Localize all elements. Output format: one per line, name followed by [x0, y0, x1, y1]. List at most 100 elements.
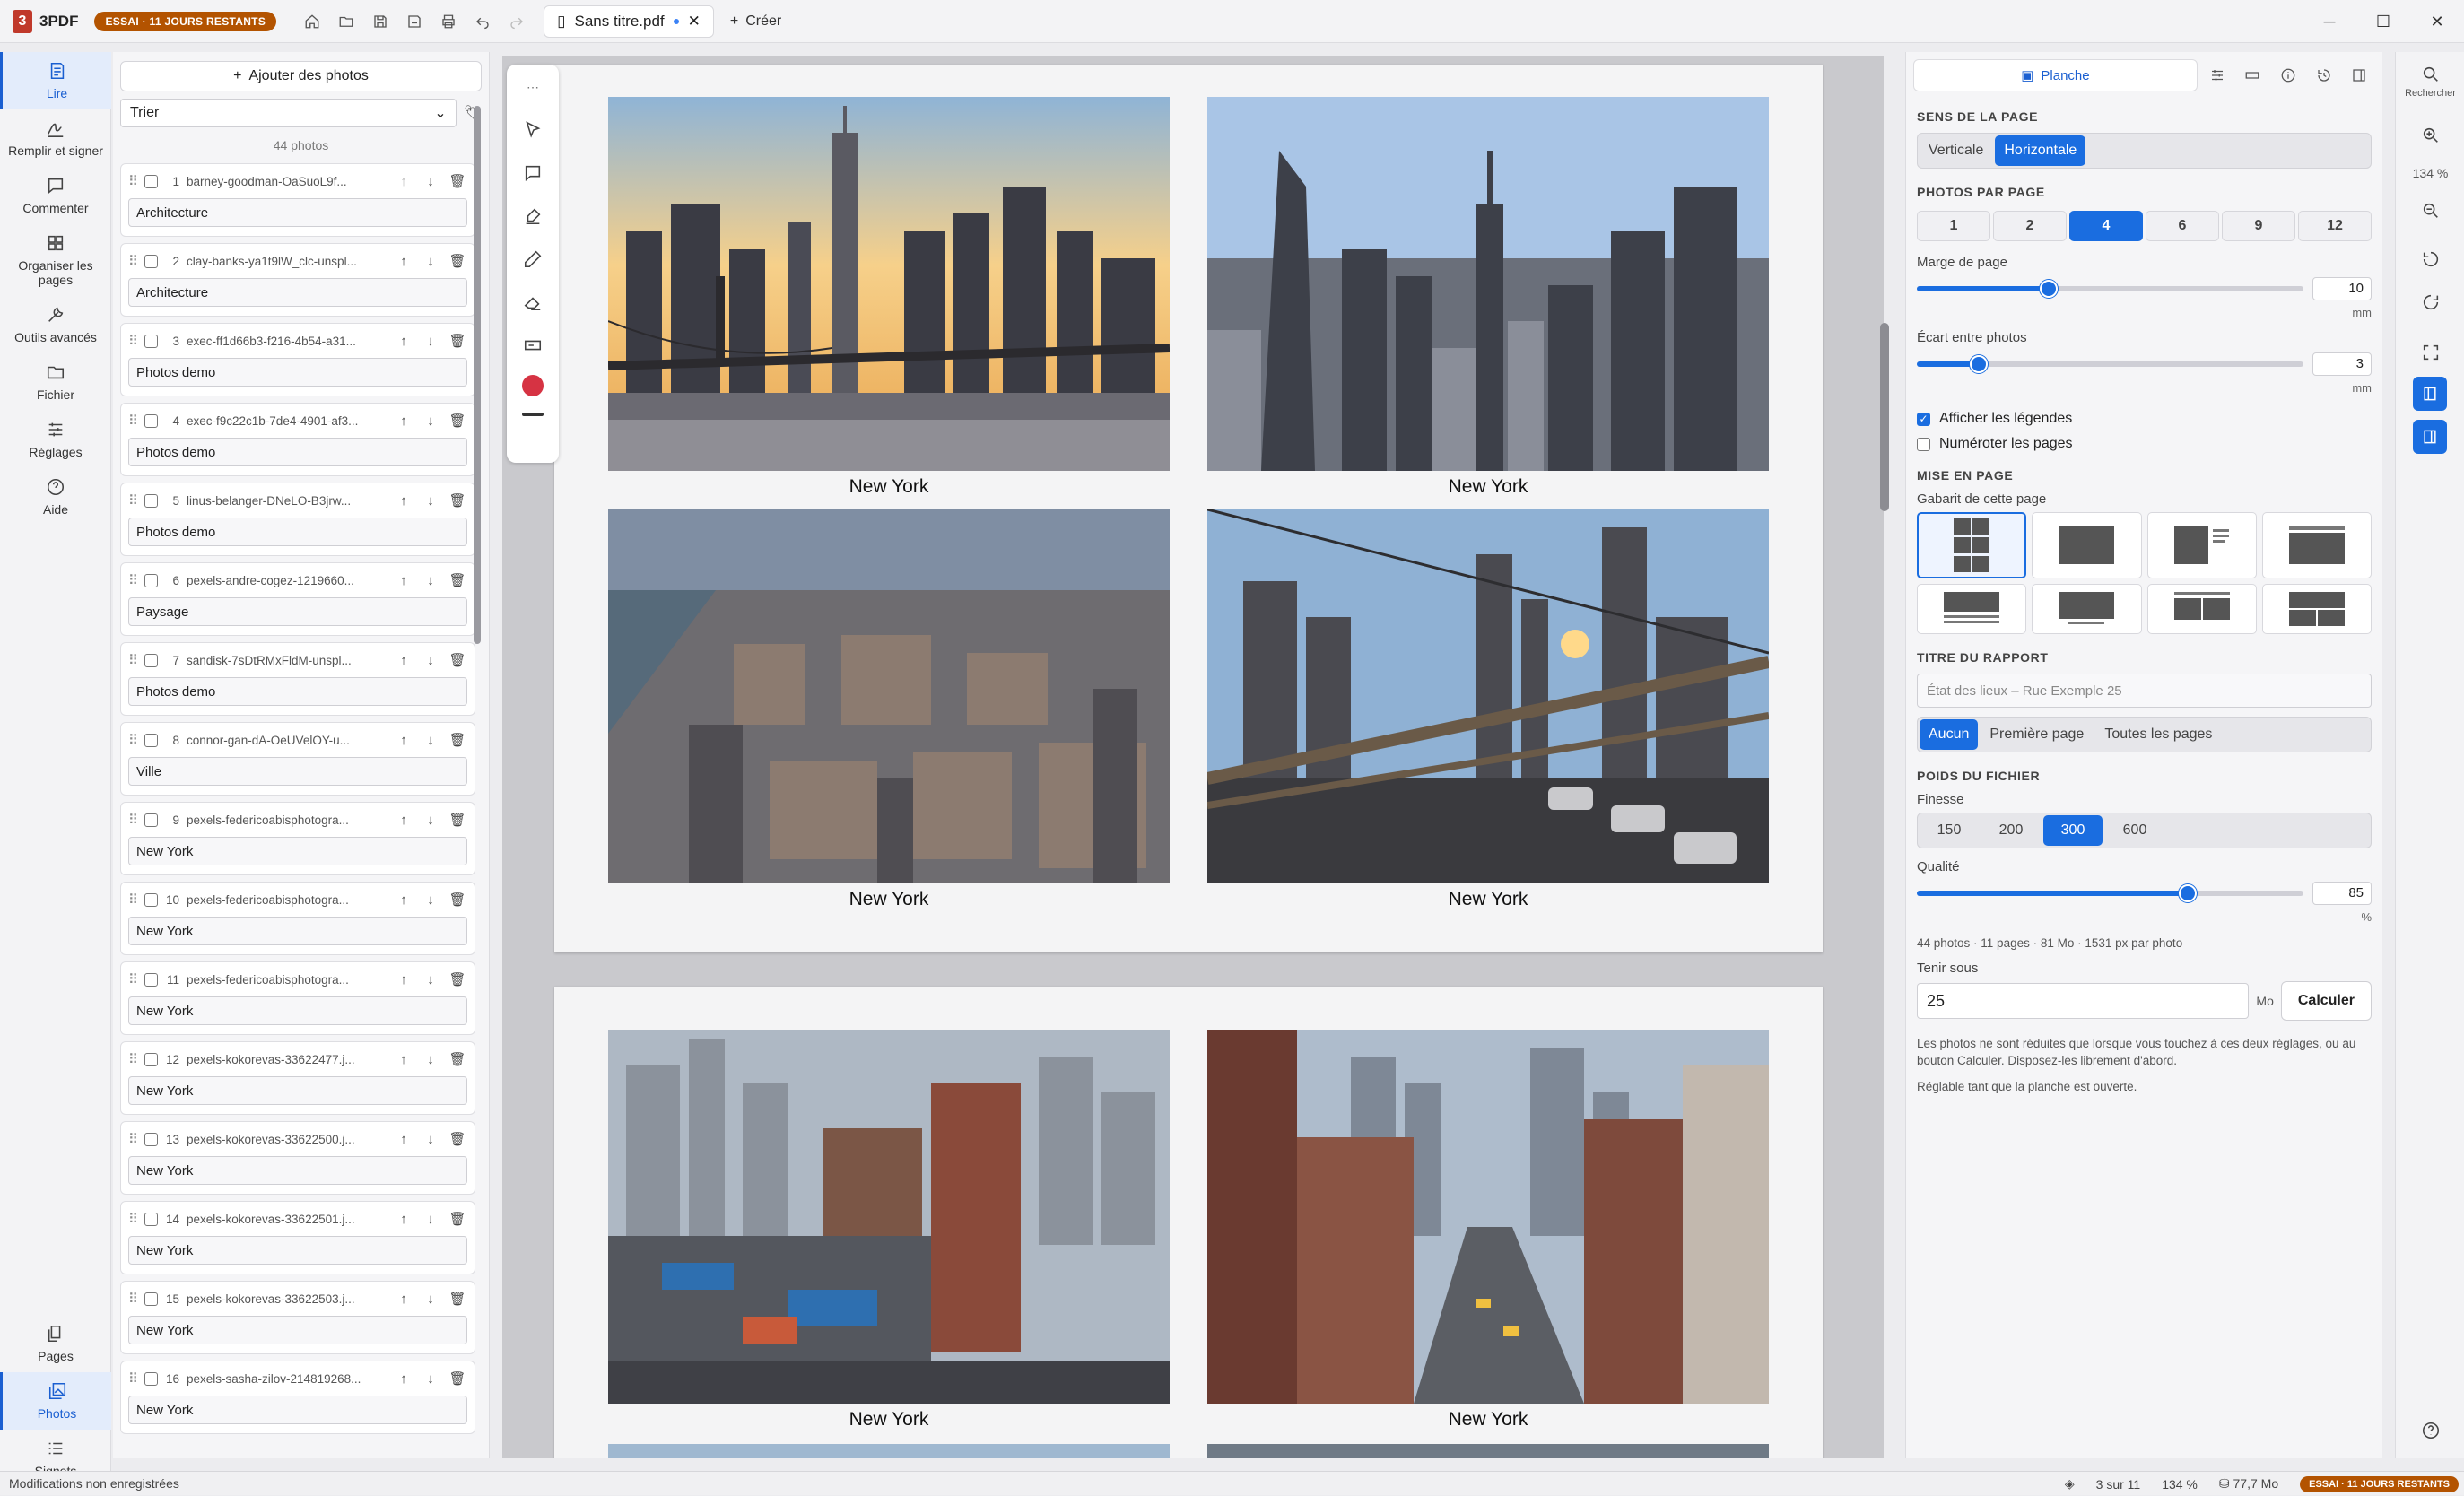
drag-handle-icon[interactable]: ⠿ [128, 1211, 138, 1227]
drag-handle-icon[interactable]: ⠿ [128, 253, 138, 269]
trash-icon[interactable]: 🗑 [448, 1291, 467, 1307]
redo-icon[interactable] [502, 7, 531, 36]
photo-caption-input[interactable]: New York [128, 1076, 467, 1105]
panel-toggle-icon[interactable] [2343, 59, 2375, 91]
number-pages-checkbox[interactable]: Numéroter les pages [1917, 436, 2372, 452]
viewer-scrollbar[interactable] [1880, 323, 1889, 511]
stroke-width-picker[interactable] [522, 413, 544, 416]
layout-two-photos[interactable] [2146, 584, 2257, 634]
list-item[interactable]: ⠿ 16 pexels-sasha-zilov-214819268... ↑ ↓ 🗑 New… [120, 1361, 475, 1434]
rail-item-outils[interactable]: Outils avancés [0, 296, 111, 353]
photo-checkbox[interactable] [144, 813, 158, 827]
move-up-icon[interactable]: ↑ [394, 1132, 414, 1147]
layout-header-photo[interactable] [2261, 512, 2372, 578]
undo-icon[interactable] [468, 7, 497, 36]
rail-item-reglages[interactable]: Réglages [0, 411, 111, 468]
move-up-icon[interactable]: ↑ [394, 573, 414, 588]
photo-caption-input[interactable]: New York [128, 1156, 467, 1185]
trash-icon[interactable]: 🗑 [448, 413, 467, 429]
move-up-icon[interactable]: ↑ [394, 334, 414, 349]
photo-checkbox[interactable] [144, 653, 158, 667]
photo-caption-input[interactable]: Photos demo [128, 518, 467, 546]
move-up-icon[interactable]: ↑ [394, 972, 414, 987]
move-down-icon[interactable]: ↓ [421, 413, 440, 429]
trash-icon[interactable]: 🗑 [448, 333, 467, 349]
highlighter-icon[interactable] [519, 203, 546, 230]
move-up-icon[interactable]: ↑ [394, 733, 414, 748]
trash-icon[interactable]: 🗑 [448, 1131, 467, 1147]
list-item[interactable]: ⠿ 12 pexels-kokorevas-33622477.j... ↑ ↓ 🗑 New … [120, 1041, 475, 1115]
move-down-icon[interactable]: ↓ [421, 972, 440, 987]
move-up-icon[interactable]: ↑ [394, 813, 414, 828]
layout-one-two[interactable] [2261, 584, 2372, 634]
move-down-icon[interactable]: ↓ [421, 653, 440, 668]
list-item[interactable]: ⠿ 15 pexels-kokorevas-33622503.j... ↑ ↓ 🗑 New … [120, 1281, 475, 1354]
drag-handle-icon[interactable]: ⠿ [128, 1131, 138, 1147]
drag-handle-icon[interactable]: ⠿ [128, 492, 138, 509]
single-page-view-button[interactable] [2413, 377, 2447, 411]
title-toutes-pages[interactable]: Toutes les pages [2095, 719, 2221, 750]
zoom-out-button[interactable] [2396, 196, 2464, 226]
drag-handle-icon[interactable]: ⠿ [128, 971, 138, 987]
trial-badge[interactable]: ESSAI · 11 JOURS RESTANTS [94, 11, 277, 31]
layout-photo-text[interactable] [2146, 512, 2257, 578]
orientation-verticale[interactable]: Verticale [1920, 135, 1992, 166]
photo-caption-input[interactable]: Ville [128, 757, 467, 786]
photo-list-scrollbar[interactable] [474, 106, 481, 644]
list-item[interactable]: ⠿ 4 exec-f9c22c1b-7de4-4901-af3... ↑ ↓ 🗑 Photo… [120, 403, 475, 476]
photo-cell[interactable]: New York [1207, 509, 1769, 910]
layout-photo-lines[interactable] [1917, 584, 2027, 634]
title-premiere-page[interactable]: Première page [1981, 719, 2093, 750]
photo-caption-input[interactable]: Architecture [128, 278, 467, 307]
title-aucun[interactable]: Aucun [1920, 719, 1979, 750]
photo-caption-input[interactable]: Paysage [128, 597, 467, 626]
drag-handle-icon[interactable]: ⠿ [128, 572, 138, 588]
list-item[interactable]: ⠿ 7 sandisk-7sDtRMxFldM-unspl... ↑ ↓ 🗑 Photos … [120, 642, 475, 716]
fineness-200[interactable]: 200 [1981, 815, 2041, 846]
move-up-icon[interactable]: ↑ [394, 1292, 414, 1307]
move-down-icon[interactable]: ↓ [421, 573, 440, 588]
per-page-1[interactable]: 1 [1917, 211, 1990, 241]
photo-caption-input[interactable]: New York [128, 996, 467, 1025]
save-icon[interactable] [366, 7, 395, 36]
drag-handle-icon[interactable]: ⠿ [128, 1291, 138, 1307]
drag-handle-icon[interactable]: ⠿ [128, 1370, 138, 1387]
move-up-icon[interactable]: ↑ [394, 892, 414, 908]
home-icon[interactable] [298, 7, 327, 36]
drag-handle-icon[interactable]: ⠿ [128, 413, 138, 429]
photo-checkbox[interactable] [144, 1052, 158, 1066]
trash-icon[interactable]: 🗑 [448, 1211, 467, 1227]
photo-caption-input[interactable]: New York [128, 1236, 467, 1265]
eraser-icon[interactable] [519, 289, 546, 316]
list-item[interactable]: ⠿ 5 linus-belanger-DNeLO-B3jrw... ↑ ↓ 🗑 Photos… [120, 483, 475, 556]
move-down-icon[interactable]: ↓ [421, 892, 440, 908]
per-page-4[interactable]: 4 [2069, 211, 2143, 241]
trash-icon[interactable]: 🗑 [448, 971, 467, 987]
drag-handle-icon[interactable]: ⠿ [128, 1051, 138, 1067]
show-captions-checkbox[interactable]: ✓ Afficher les légendes [1917, 411, 2372, 427]
trash-icon[interactable]: 🗑 [448, 1051, 467, 1067]
photo-cell[interactable]: New York [608, 509, 1170, 910]
rail-item-commenter[interactable]: Commenter [0, 167, 111, 224]
calculate-button[interactable]: Calculer [2280, 981, 2372, 1021]
form-field-icon[interactable] [2236, 59, 2268, 91]
rotate-right-button[interactable] [2396, 287, 2464, 317]
list-item[interactable]: ⠿ 11 pexels-federicoabisphotogra... ↑ ↓ 🗑 New … [120, 961, 475, 1035]
photo-checkbox[interactable] [144, 413, 158, 428]
move-down-icon[interactable]: ↓ [421, 254, 440, 269]
move-up-icon[interactable]: ↑ [394, 1371, 414, 1387]
move-up-icon[interactable]: ↑ [394, 254, 414, 269]
list-item[interactable]: ⠿ 14 pexels-kokorevas-33622501.j... ↑ ↓ 🗑 New … [120, 1201, 475, 1274]
document-viewer[interactable]: New York New York New York New York New … [502, 56, 1884, 1458]
report-title-input[interactable]: État des lieux – Rue Exemple 25 [1917, 674, 2372, 708]
photo-checkbox[interactable] [144, 972, 158, 987]
rotate-left-button[interactable] [2396, 244, 2464, 274]
select-arrow-icon[interactable] [519, 117, 546, 144]
trash-icon[interactable]: 🗑 [448, 492, 467, 509]
quality-value[interactable]: 85 [2312, 882, 2372, 905]
photo-caption-input[interactable]: New York [128, 1396, 467, 1424]
drag-handle-icon[interactable]: ⋯ [519, 74, 546, 100]
move-down-icon[interactable]: ↓ [421, 813, 440, 828]
per-page-12[interactable]: 12 [2298, 211, 2372, 241]
list-item[interactable]: ⠿ 9 pexels-federicoabisphotogra... ↑ ↓ 🗑 New Y… [120, 802, 475, 875]
